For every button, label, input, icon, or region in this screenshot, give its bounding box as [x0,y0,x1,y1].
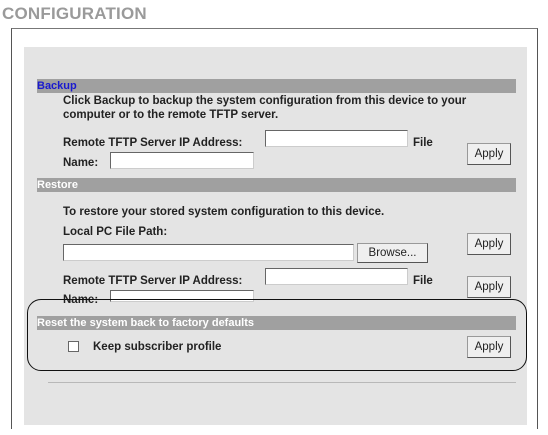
backup-name-label: Name: [63,157,99,169]
backup-header-label: Backup [37,80,77,92]
backup-description-line2: computer or to the remote TFTP server. [63,109,279,121]
highlight-callout [27,299,527,371]
restore-tftp-input[interactable] [265,268,408,285]
restore-description: To restore your stored system configurat… [63,206,385,218]
backup-name-input[interactable] [110,152,254,169]
restore-tftp-label: Remote TFTP Server IP Address: [63,275,243,287]
backup-apply-button[interactable]: Apply [467,143,511,165]
backup-file-label: File [413,137,433,149]
restore-apply-button[interactable]: Apply [467,233,511,255]
backup-tftp-label: Remote TFTP Server IP Address: [63,137,243,149]
local-path-label: Local PC File Path: [63,226,168,238]
local-path-input[interactable] [63,244,354,261]
bottom-divider [48,382,516,383]
restore-section-header: Restore [37,178,516,192]
restore-tftp-apply-button[interactable]: Apply [467,276,511,298]
backup-tftp-input[interactable] [265,130,408,147]
browse-button[interactable]: Browse... [357,243,428,263]
backup-section-header: Backup [37,79,516,93]
restore-file-label: File [413,275,433,287]
page-title: CONFIGURATION [2,4,147,23]
backup-description-line1: Click Backup to backup the system config… [63,95,467,107]
